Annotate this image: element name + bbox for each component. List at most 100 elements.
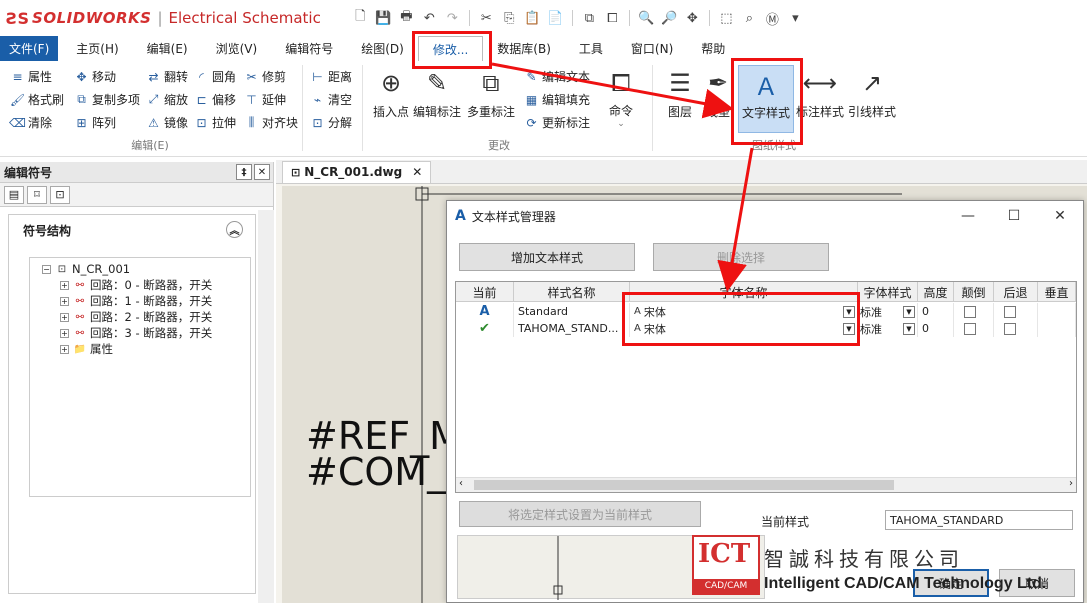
tree-item[interactable]: + 📁 属性	[30, 341, 250, 357]
panel-scrollbar[interactable]	[258, 210, 274, 603]
menu-edit-symbol[interactable]: 编辑符号	[271, 36, 347, 61]
macro-icon[interactable]: Ⓜ	[763, 9, 782, 28]
expand-icon[interactable]: +	[60, 328, 69, 338]
column-header[interactable]: 字体样式	[858, 282, 918, 302]
purge-button[interactable]: ⌁ 清空	[310, 90, 352, 109]
search-icon[interactable]: ⌕	[740, 9, 759, 28]
explode-button[interactable]: ⊡ 分解	[310, 113, 352, 132]
flip-button[interactable]: ⇄ 翻转	[146, 67, 188, 86]
extend-button[interactable]: ⊤ 延伸	[244, 90, 286, 109]
minimize-icon[interactable]: —	[953, 206, 983, 226]
scroll-left-icon[interactable]: ‹	[459, 478, 463, 489]
font-style-cell[interactable]: 标准 ▼	[858, 320, 918, 337]
select-icon[interactable]: ⬚	[717, 9, 736, 28]
align-block-button[interactable]: ⫼ 对齐块	[244, 113, 298, 132]
layer-button[interactable]: ☰ 图层	[658, 65, 702, 129]
paste-special-icon[interactable]: 📄	[546, 9, 565, 28]
grid-horizontal-scrollbar[interactable]: ‹ ›	[456, 477, 1076, 492]
column-header[interactable]: 后退	[994, 282, 1038, 302]
copy-block-icon[interactable]: ⧉	[580, 9, 599, 28]
close-icon[interactable]: ✕	[254, 164, 270, 180]
distance-button[interactable]: ⊢ 距离	[310, 67, 352, 86]
chevron-down-icon[interactable]: ▾	[786, 9, 805, 28]
menu-help[interactable]: 帮助	[687, 36, 739, 61]
table-row[interactable]: A Standard A 宋体 ▼ 标准 ▼ 0	[456, 303, 1076, 320]
edit-annotation-button[interactable]: ✎ 编辑标注	[410, 65, 464, 129]
multi-annotation-button[interactable]: ⧉ 多重标注	[464, 65, 518, 129]
font-style-cell[interactable]: 标准 ▼	[858, 303, 918, 320]
dropdown-icon[interactable]: ▼	[843, 305, 855, 318]
dimension-style-button[interactable]: ⟷ 标注样式	[794, 65, 846, 129]
menu-file[interactable]: 文件(F)	[0, 36, 59, 61]
tree-item[interactable]: + ⚯ 回路：1 - 断路器，开关	[30, 293, 250, 309]
redo-icon[interactable]: ↷	[443, 9, 462, 28]
checkbox[interactable]	[964, 322, 976, 335]
zoom-icon[interactable]: 🔍	[637, 9, 656, 28]
tree-item[interactable]: − ⊡ N_CR_001	[30, 261, 250, 277]
tree-item[interactable]: + ⚯ 回路：0 - 断路器，开关	[30, 277, 250, 293]
menu-modify[interactable]: 修改...	[417, 36, 484, 61]
set-current-style-button[interactable]: 将选定样式设置为当前样式	[459, 501, 701, 527]
expand-icon[interactable]: +	[60, 280, 69, 290]
tree-item[interactable]: + ⚯ 回路：3 - 断路器，开关	[30, 325, 250, 341]
font-name-cell[interactable]: A 宋体 ▼	[630, 320, 858, 337]
line-type-button[interactable]: ✒ 线型	[698, 65, 738, 129]
expand-icon[interactable]: +	[60, 296, 69, 306]
trim-button[interactable]: ✂ 修剪	[244, 67, 286, 86]
expand-icon[interactable]: +	[60, 344, 69, 354]
save-icon[interactable]: 💾	[374, 9, 393, 28]
collapse-icon[interactable]: ︽	[226, 221, 243, 238]
scroll-thumb[interactable]	[474, 480, 894, 490]
column-header[interactable]: 样式名称	[514, 282, 630, 302]
cut-icon[interactable]: ✂	[477, 9, 496, 28]
tab-symbol-icon[interactable]: ⌑	[27, 185, 47, 204]
pin-icon[interactable]: ‡	[236, 164, 252, 180]
dropdown-icon[interactable]: ▼	[843, 322, 855, 335]
dropdown-icon[interactable]: ▼	[903, 305, 915, 318]
dropdown-icon[interactable]: ▼	[903, 322, 915, 335]
add-text-style-button[interactable]: 增加文本样式	[459, 243, 635, 271]
array-button[interactable]: ⊞ 阵列	[74, 113, 116, 132]
leader-style-button[interactable]: ↗ 引线样式	[846, 65, 898, 129]
print-icon[interactable]: 🖶	[397, 9, 416, 28]
properties-button[interactable]: ≡ 属性	[10, 67, 52, 86]
copy-icon[interactable]: ⎘	[500, 9, 519, 28]
tab-properties-icon[interactable]: ⊡	[50, 185, 70, 204]
column-header[interactable]: 垂直	[1038, 282, 1076, 302]
close-icon[interactable]: ✕	[1045, 206, 1075, 226]
tree-item[interactable]: + ⚯ 回路：2 - 断路器，开关	[30, 309, 250, 325]
menu-database[interactable]: 数据库(B)	[483, 36, 565, 61]
fillet-button[interactable]: ◜ 圆角	[194, 67, 236, 86]
copy-multiple-button[interactable]: ⧉ 复制多项	[74, 90, 140, 109]
delete-selection-button[interactable]: 删除选择	[653, 243, 829, 271]
clear-button[interactable]: ⌫ 清除	[9, 113, 52, 132]
offset-button[interactable]: ⊏ 偏移	[194, 90, 236, 109]
edit-text-button[interactable]: ✎ 编辑文本	[524, 67, 590, 86]
menu-edit[interactable]: 编辑(E)	[133, 36, 202, 61]
move-button[interactable]: ✥ 移动	[74, 67, 116, 86]
close-icon[interactable]: ✕	[412, 165, 422, 179]
checkbox[interactable]	[964, 305, 976, 318]
checkbox[interactable]	[1004, 322, 1016, 335]
scroll-right-icon[interactable]: ›	[1069, 478, 1073, 489]
pan-icon[interactable]: ✥	[683, 9, 702, 28]
edit-fill-button[interactable]: ▦ 编辑填充	[524, 90, 590, 109]
command-button[interactable]: ⧠ 命令 ⌄	[598, 65, 644, 130]
menu-view[interactable]: 浏览(V)	[202, 36, 272, 61]
height-cell[interactable]: 0	[918, 320, 954, 337]
column-header[interactable]: 字体名称	[630, 282, 858, 302]
expand-icon[interactable]: +	[60, 312, 69, 322]
paste-block-icon[interactable]: ⧠	[603, 9, 622, 28]
paste-icon[interactable]: 📋	[523, 9, 542, 28]
table-row[interactable]: ✔ TAHOMA_STAND... A 宋体 ▼ 标准 ▼ 0	[456, 320, 1076, 337]
column-header[interactable]: 高度	[918, 282, 954, 302]
new-file-icon[interactable]: 🗋	[351, 9, 370, 28]
mirror-button[interactable]: ⚠ 镜像	[146, 113, 188, 132]
column-header[interactable]: 当前	[456, 282, 514, 302]
menu-draw[interactable]: 绘图(D)	[347, 36, 418, 61]
menu-tools[interactable]: 工具	[565, 36, 617, 61]
scale-button[interactable]: ⤢ 缩放	[146, 90, 188, 109]
document-tab[interactable]: ⊡ N_CR_001.dwg ✕	[282, 160, 432, 183]
expand-icon[interactable]: −	[42, 264, 51, 274]
text-style-button[interactable]: Ａ 文字样式	[738, 65, 794, 133]
